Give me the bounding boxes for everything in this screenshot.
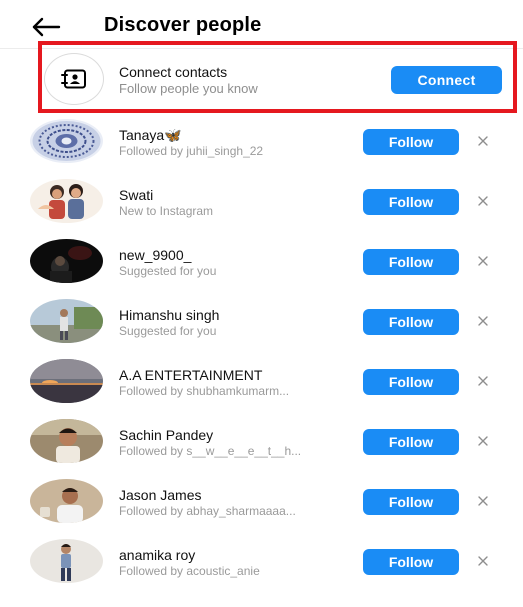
close-icon [478, 136, 488, 146]
user-name[interactable]: A.A ENTERTAINMENT [119, 367, 262, 383]
list-item[interactable]: Swati New to Instagram Follow [0, 172, 523, 232]
list-item[interactable]: Jason James Followed by abhay_sharmaaaa.… [0, 472, 523, 532]
dismiss-button[interactable] [474, 192, 492, 210]
user-name[interactable]: Swati [119, 187, 153, 203]
avatar[interactable] [30, 539, 103, 583]
close-icon [478, 316, 488, 326]
close-icon [478, 196, 488, 206]
list-item[interactable]: A.A ENTERTAINMENT Followed by shubhamkum… [0, 352, 523, 412]
user-subtitle: New to Instagram [119, 204, 214, 218]
close-icon [478, 436, 488, 446]
avatar[interactable] [30, 239, 103, 283]
dismiss-button[interactable] [474, 432, 492, 450]
follow-button[interactable]: Follow [363, 549, 459, 575]
user-name[interactable]: Jason James [119, 487, 201, 503]
dismiss-button[interactable] [474, 492, 492, 510]
user-subtitle: Suggested for you [119, 324, 217, 338]
follow-button[interactable]: Follow [363, 129, 459, 155]
user-subtitle: Suggested for you [119, 264, 217, 278]
avatar[interactable] [30, 119, 103, 163]
user-subtitle: Followed by juhii_singh_22 [119, 144, 264, 158]
close-icon [478, 556, 488, 566]
close-icon [478, 376, 488, 386]
dismiss-button[interactable] [474, 552, 492, 570]
user-subtitle: Followed by shubhamkumarm... [119, 384, 290, 398]
follow-button[interactable]: Follow [363, 249, 459, 275]
list-item[interactable]: Sachin Pandey Followed by s__w__e__e__t_… [0, 412, 523, 472]
list-item[interactable]: new_9900_ Suggested for you Follow [0, 232, 523, 292]
dismiss-button[interactable] [474, 252, 492, 270]
connect-button[interactable]: Connect [391, 66, 502, 94]
avatar[interactable] [30, 299, 103, 343]
follow-button[interactable]: Follow [363, 369, 459, 395]
user-subtitle: Followed by acoustic_anie [119, 564, 260, 578]
close-icon [478, 496, 488, 506]
avatar[interactable] [30, 359, 103, 403]
close-icon [478, 256, 488, 266]
avatar[interactable] [30, 419, 103, 463]
user-name[interactable]: Tanaya🦋 [119, 127, 182, 144]
follow-button[interactable]: Follow [363, 309, 459, 335]
dismiss-button[interactable] [474, 312, 492, 330]
follow-button[interactable]: Follow [363, 429, 459, 455]
list-item[interactable]: Himanshu singh Suggested for you Follow [0, 292, 523, 352]
contact-card-icon [61, 69, 86, 89]
user-subtitle: Followed by abhay_sharmaaaa... [119, 504, 296, 518]
user-name[interactable]: new_9900_ [119, 247, 191, 263]
connect-contacts-title: Connect contacts [119, 64, 228, 80]
page-title: Discover people [104, 14, 262, 36]
list-item[interactable]: anamika roy Followed by acoustic_anie Fo… [0, 532, 523, 592]
arrow-left-icon [32, 17, 61, 37]
connect-contacts-subtitle: Follow people you know [119, 81, 258, 96]
avatar[interactable] [30, 179, 103, 223]
connect-contacts-row[interactable]: Connect contacts Follow people you know … [38, 41, 517, 113]
list-item[interactable]: Tanaya🦋 Followed by juhii_singh_22 Follo… [0, 112, 523, 172]
user-subtitle: Followed by s__w__e__e__t__h... [119, 444, 302, 458]
follow-button[interactable]: Follow [363, 189, 459, 215]
dismiss-button[interactable] [474, 132, 492, 150]
suggestions-list: Tanaya🦋 Followed by juhii_singh_22 Follo… [0, 112, 523, 592]
user-name[interactable]: Sachin Pandey [119, 427, 213, 443]
user-name[interactable]: anamika roy [119, 547, 195, 563]
connect-contacts-icon-circle [44, 53, 104, 105]
avatar[interactable] [30, 479, 103, 523]
dismiss-button[interactable] [474, 372, 492, 390]
user-name[interactable]: Himanshu singh [119, 307, 219, 323]
follow-button[interactable]: Follow [363, 489, 459, 515]
back-button[interactable] [28, 12, 64, 42]
